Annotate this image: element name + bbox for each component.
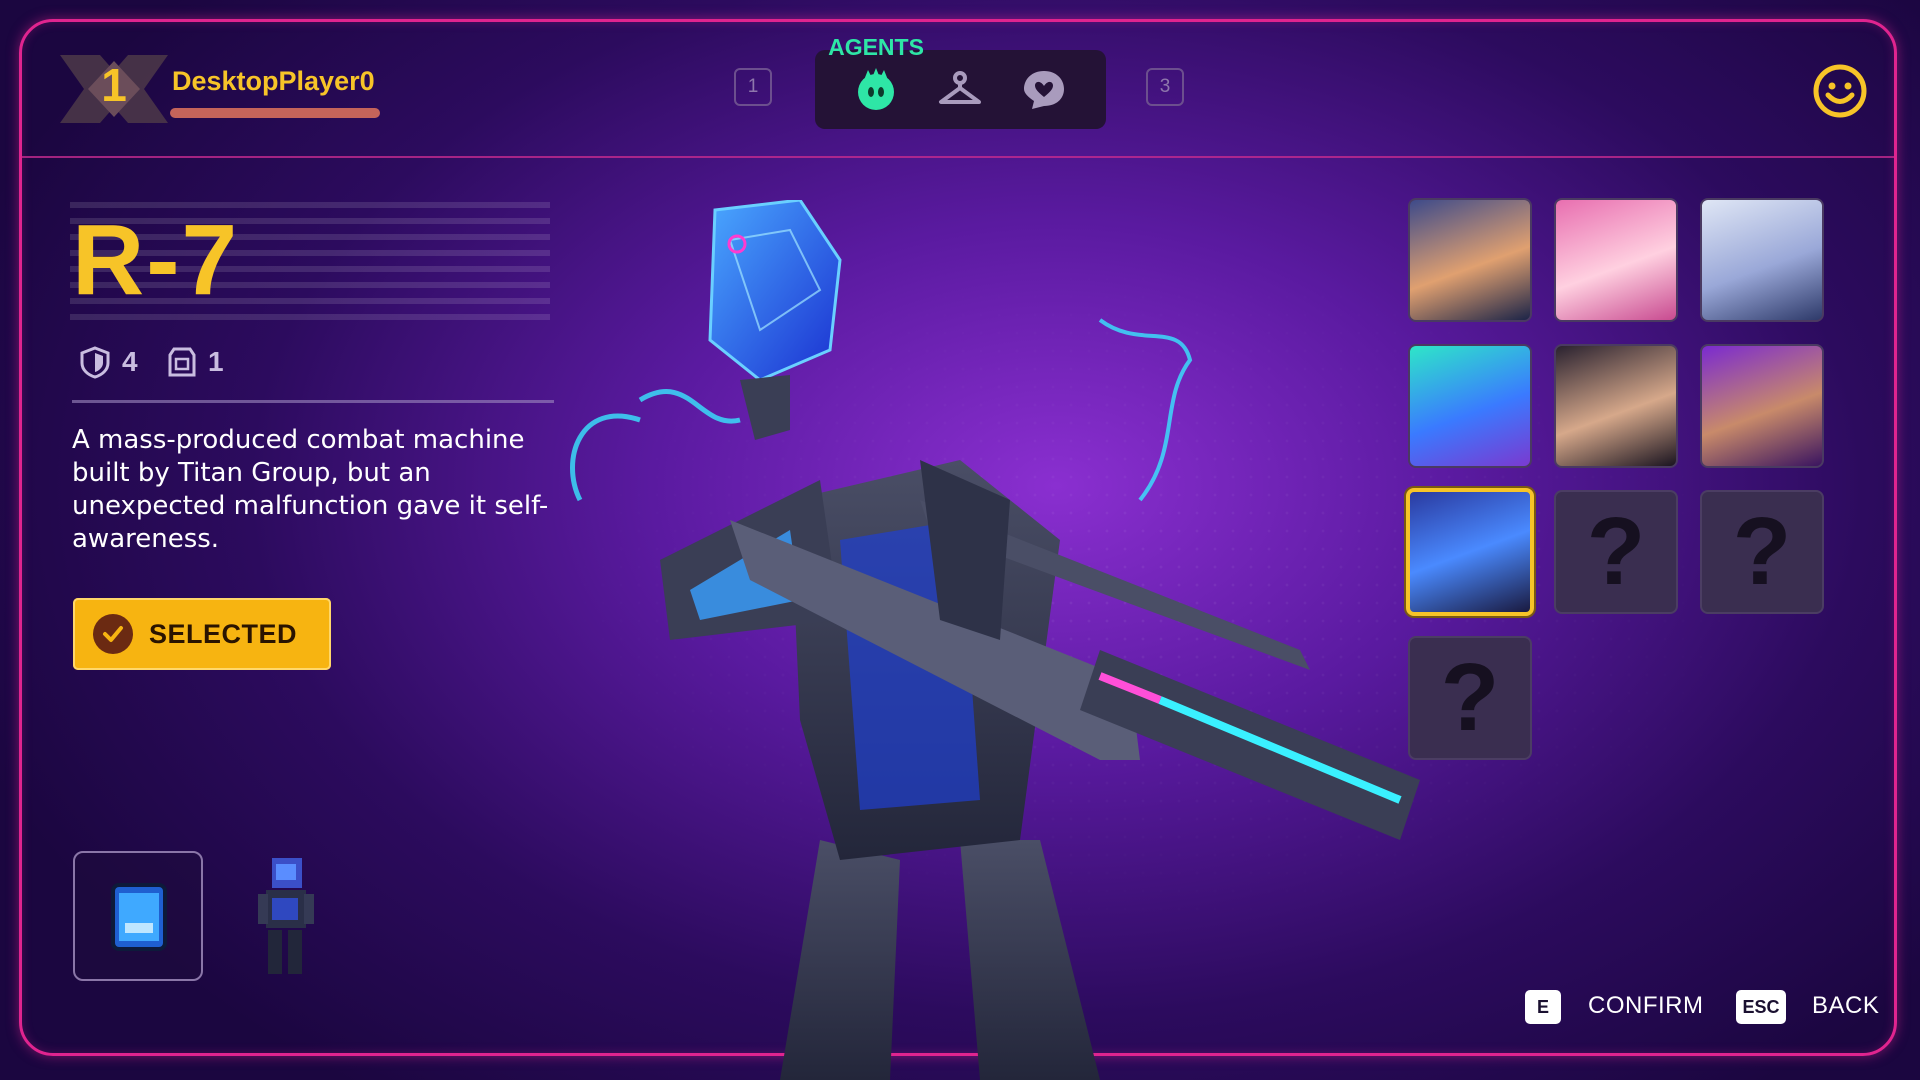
agent-portrait-2[interactable]: [1554, 198, 1678, 322]
armor-icon: [168, 347, 196, 377]
equipped-item-slot[interactable]: [73, 851, 203, 981]
emote-menu-icon[interactable]: [1813, 64, 1867, 118]
stat-shield: 4: [78, 345, 138, 379]
player-name: DesktopPlayer0: [172, 66, 375, 96]
agent-portrait-1[interactable]: [1408, 198, 1532, 322]
prev-tab-key[interactable]: 1: [734, 68, 772, 106]
agent-icon: [858, 68, 894, 110]
r7-chip-icon: [111, 883, 167, 951]
agent-portrait-3[interactable]: [1700, 198, 1824, 322]
agent-character-art: [570, 200, 1420, 1080]
selected-button[interactable]: SELECTED: [73, 598, 331, 670]
agent-portrait-6[interactable]: [1700, 344, 1824, 468]
stat-armor: 1: [166, 345, 224, 379]
tab-agents[interactable]: [851, 66, 901, 114]
locked-question-mark: ?: [1440, 644, 1500, 751]
check-icon: [93, 614, 133, 654]
locked-question-mark: ?: [1732, 498, 1792, 605]
shield-icon: [80, 346, 110, 379]
emote-icon: [1024, 71, 1064, 109]
info-divider: [72, 400, 554, 403]
back-label[interactable]: BACK: [1812, 992, 1879, 1020]
back-key[interactable]: ESC: [1736, 990, 1786, 1024]
xp-bar: [170, 108, 380, 118]
agent-portrait-5[interactable]: [1554, 344, 1678, 468]
agent-name: R-7: [72, 204, 240, 316]
locked-question-mark: ?: [1586, 498, 1646, 605]
active-tab-title: AGENTS: [828, 34, 924, 60]
tab-emotes[interactable]: [1019, 66, 1069, 114]
player-level: 1: [101, 59, 127, 111]
agent-portrait-r7[interactable]: [1406, 488, 1534, 616]
header-divider: [22, 156, 1894, 158]
agent-portrait-4[interactable]: [1408, 344, 1532, 468]
selected-label: SELECTED: [149, 618, 298, 649]
confirm-label[interactable]: CONFIRM: [1588, 992, 1703, 1020]
locked-agent-2[interactable]: ?: [1700, 490, 1824, 614]
armor-value: 1: [208, 346, 224, 377]
locked-agent-3[interactable]: ?: [1408, 636, 1532, 760]
next-tab-key[interactable]: 3: [1146, 68, 1184, 106]
agent-description: A mass-produced combat machine built by …: [72, 425, 549, 554]
locked-agent-1[interactable]: ?: [1554, 490, 1678, 614]
shield-value: 4: [122, 346, 138, 377]
tab-outfits[interactable]: [935, 66, 985, 114]
hanger-icon: [939, 71, 981, 104]
confirm-key[interactable]: E: [1525, 990, 1561, 1024]
r7-pixel-sprite-icon: [258, 858, 314, 974]
